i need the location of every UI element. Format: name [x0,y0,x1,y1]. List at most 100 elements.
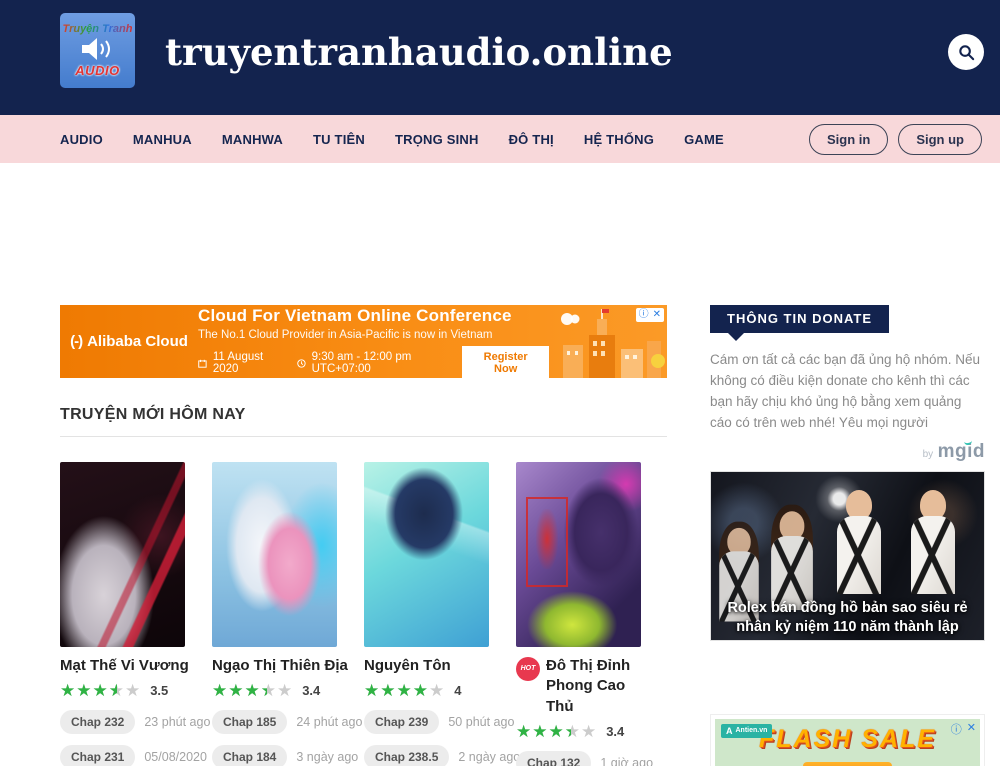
chapter-badge[interactable]: Chap 239 [364,710,439,734]
main-content: (-) Alibaba Cloud Cloud For Vietnam Onli… [0,305,1000,766]
stars-filled-icon: ★★★★★ [364,682,429,699]
comic-title[interactable]: Ngạo Thị Thiên Địa [212,656,352,676]
calendar-icon [198,358,207,369]
chapter-time: 3 ngày ago [296,750,358,764]
ad-subtitle: The No.1 Cloud Provider in Asia-Pacific … [198,329,549,341]
chapter-time: 23 phút ago [144,715,210,729]
rating-value: 3.4 [302,683,320,698]
chapter-badge[interactable]: Chap 185 [212,710,287,734]
xem-ngay-button[interactable]: XEM NGAY [803,762,891,766]
chapter-row: Chap 232 23 phút ago [60,710,212,734]
logo-text: Truyện Tranh [63,23,133,35]
sign-up-button[interactable]: Sign up [898,124,982,155]
header: Truyện Tranh AUDIO truyentranhaudio.onli… [0,0,1000,115]
main-nav: AUDIO MANHUA MANHWA TU TIÊN TRỌNG SINH Đ… [0,115,1000,163]
brand-name: Antien.vn [736,727,768,734]
nav-item-manhua[interactable]: MANHUA [133,132,192,147]
nav-item-audio[interactable]: AUDIO [60,132,103,147]
brand-mark: A [726,726,733,736]
chapter-row: Chap 238.5 2 ngày ago [364,745,516,766]
alibaba-brand-name: Alibaba Cloud [87,333,188,350]
sidebar: THÔNG TIN DONATE Cám ơn tất cả các bạn đ… [710,305,985,766]
chapter-row: Chap 184 3 ngày ago [212,745,364,766]
nav-items: AUDIO MANHUA MANHWA TU TIÊN TRỌNG SINH Đ… [60,132,809,147]
comic-card: Nguyên Tôn ★★★★★★★★★★ 4 Chap 239 50 phút… [364,462,516,766]
nav-item-game[interactable]: GAME [684,132,724,147]
rating-value: 4 [454,683,461,698]
comic-title-text: Đô Thị Đỉnh Phong Cao Thủ [546,656,656,717]
chapter-badge[interactable]: Chap 132 [516,751,591,766]
alibaba-ad-banner[interactable]: (-) Alibaba Cloud Cloud For Vietnam Onli… [60,305,667,378]
site-title[interactable]: truyentranhaudio.online [165,30,673,74]
nav-item-tu-tien[interactable]: TU TIÊN [313,132,365,147]
mgid-logo[interactable]: by mgid [710,441,985,463]
chapter-badge[interactable]: Chap 238.5 [364,745,449,766]
mgid-by-label: by [923,449,934,460]
comic-card: HOT Đô Thị Đỉnh Phong Cao Thủ ★★★★★★★★★★… [516,462,668,766]
nav-item-manhwa[interactable]: MANHWA [222,132,283,147]
chapter-time: 24 phút ago [296,715,362,729]
comic-title[interactable]: HOT Đô Thị Đỉnh Phong Cao Thủ [516,656,656,717]
rating-stars: ★★★★★★★★★★ 3.4 [516,723,668,740]
nav-item-trong-sinh[interactable]: TRỌNG SINH [395,132,479,147]
register-now-button[interactable]: Register Now [462,346,549,378]
search-button[interactable] [948,34,984,70]
stars-filled-icon: ★★★★★ [60,682,117,699]
clock-icon [297,358,306,369]
content-column: (-) Alibaba Cloud Cloud For Vietnam Onli… [60,305,667,766]
comic-card: Mạt Thế Vi Vương ★★★★★★★★★★ 3.5 Chap 232… [60,462,212,766]
hot-badge: HOT [516,657,540,681]
comic-cover[interactable] [364,462,489,647]
info-icon[interactable]: ⓘ [951,721,962,737]
comic-title[interactable]: Nguyên Tôn [364,656,504,676]
stars-filled-icon: ★★★★★ [212,682,267,699]
native-ad-caption[interactable]: Rolex bán đồng hồ bản sao siêu rẻ nhân k… [711,599,984,635]
comic-grid: Mạt Thế Vi Vương ★★★★★★★★★★ 3.5 Chap 232… [60,462,667,766]
comic-title[interactable]: Mạt Thế Vi Vương [60,656,200,676]
chapter-row: Chap 231 05/08/2020 [60,745,212,766]
rating-stars: ★★★★★★★★★★ 3.5 [60,682,212,699]
section-title: TRUYỆN MỚI HÔM NAY [60,406,667,424]
mgid-brand-label: mgid [938,441,985,462]
rating-value: 3.5 [150,683,168,698]
comic-cover[interactable] [60,462,185,647]
rating-stars: ★★★★★★★★★★ 4 [364,682,516,699]
ad-time: 9:30 am - 12:00 pm UTC+07:00 [312,351,443,375]
chapter-badge[interactable]: Chap 184 [212,745,287,766]
close-icon[interactable]: ✕ [967,721,976,737]
chapter-badge[interactable]: Chap 232 [60,710,135,734]
chapter-time: 1 giờ ago [600,756,653,766]
sign-in-button[interactable]: Sign in [809,124,888,155]
section-divider [60,436,667,437]
nav-item-do-thi[interactable]: ĐÔ THỊ [509,132,554,147]
alibaba-logo: (-) Alibaba Cloud [60,333,198,350]
chapter-time: 05/08/2020 [144,750,207,764]
flash-ad-brand: A Antien.vn [721,724,772,738]
rating-stars: ★★★★★★★★★★ 3.4 [212,682,364,699]
alibaba-logo-mark: (-) [70,333,82,350]
flash-sale-ad[interactable]: A Antien.vn ⓘ ✕ FLASH SALE XEM NGAY [710,714,985,766]
info-icon[interactable]: ⓘ [639,310,649,320]
rating-value: 3.4 [606,724,624,739]
site-logo[interactable]: Truyện Tranh AUDIO [60,13,135,88]
comic-cover[interactable] [212,462,337,647]
ad-meta: 11 August 2020 9:30 am - 12:00 pm UTC+07… [198,346,549,378]
stars-filled-icon: ★★★★★ [516,723,571,740]
cover-calligraphy [526,497,568,587]
donate-ribbon: THÔNG TIN DONATE [710,305,889,333]
chapter-row: Chap 132 1 giờ ago [516,751,668,766]
comic-card: Ngạo Thị Thiên Địa ★★★★★★★★★★ 3.4 Chap 1… [212,462,364,766]
comic-cover[interactable] [516,462,641,647]
nav-item-he-thong[interactable]: HỆ THỐNG [584,132,654,147]
logo-audio-label: AUDIO [75,63,119,78]
donate-text: Cám ơn tất cả các bạn đã ủng hộ nhóm. Nế… [710,350,985,434]
ad-title: Cloud For Vietnam Online Conference [198,306,549,326]
close-icon[interactable]: ✕ [653,310,661,320]
speaker-icon [78,36,118,62]
native-ad[interactable]: Rolex bán đồng hồ bản sao siêu rẻ nhân k… [710,471,985,641]
ad-banner-text: Cloud For Vietnam Online Conference The … [198,305,549,378]
search-icon [957,43,976,62]
chapter-badge[interactable]: Chap 231 [60,745,135,766]
chapter-row: Chap 239 50 phút ago [364,710,516,734]
ad-choices: ⓘ ✕ [636,308,664,322]
